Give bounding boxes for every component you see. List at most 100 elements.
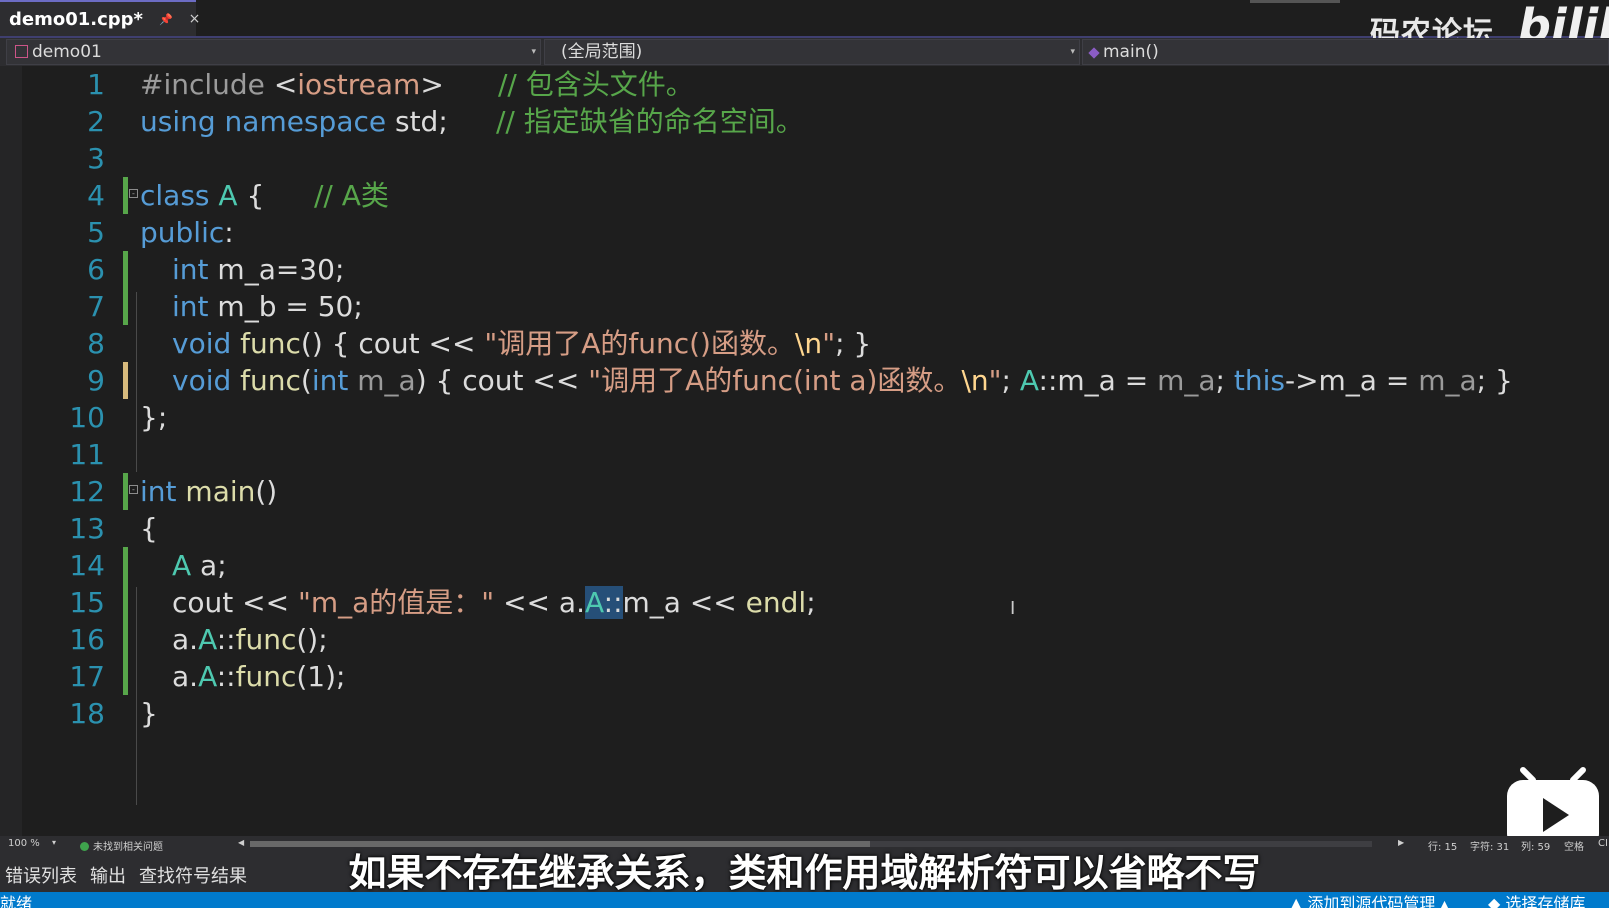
line-number: 11 — [69, 438, 105, 471]
code-text: #include <iostream> — [140, 66, 444, 103]
token: func — [235, 660, 297, 693]
code-line: 15 cout << "m_a的值是：" << a.A::m_a << endl… — [0, 584, 1609, 621]
tab-demo01-cpp[interactable]: demo01.cpp* 📌 × — [0, 0, 200, 36]
token: (); — [296, 623, 328, 656]
pin-icon[interactable]: 📌 — [159, 13, 173, 26]
member-dropdown[interactable]: main() — [1082, 39, 1609, 65]
code-line: 11 — [0, 436, 1609, 473]
code-text: a.A::func(1); — [172, 658, 345, 695]
tab-title: demo01.cpp* — [9, 8, 143, 30]
token: A — [172, 549, 192, 582]
code-line: 3 — [0, 140, 1609, 177]
code-line: 16 a.A::func(); — [0, 621, 1609, 658]
code-line: 12 - int main() — [0, 473, 1609, 510]
token: : — [224, 216, 234, 249]
change-marker — [123, 177, 128, 214]
token: endl — [745, 586, 807, 619]
line-number: 10 — [69, 401, 105, 434]
code-text: void func(int m_a) { cout << "调用了A的func(… — [172, 362, 1513, 399]
member-label: main() — [1103, 42, 1159, 62]
status-ready: 就绪 — [0, 894, 33, 908]
token: A — [198, 623, 217, 656]
code-text: public: — [140, 214, 234, 251]
token: " — [988, 364, 1002, 397]
token: ->m_a = — [1284, 364, 1419, 397]
token: \n — [961, 364, 989, 397]
token: "调用了A的func(int a)函数。 — [588, 364, 962, 397]
code-text: }; — [140, 401, 168, 434]
change-marker — [123, 473, 128, 510]
token: a. — [172, 623, 199, 656]
code-text: A a; — [172, 547, 227, 584]
navigation-bar: demo01 ▾ (全局范围) ▾ main() — [0, 38, 1609, 66]
code-comment: // 包含头文件。 — [498, 68, 694, 101]
line-number: 12 — [69, 475, 105, 508]
token: \n — [795, 327, 823, 360]
collapse-icon[interactable]: - — [129, 485, 138, 494]
code-editor[interactable]: 1 #include <iostream> // 包含头文件。 2 using … — [0, 66, 1609, 850]
token: int — [172, 290, 209, 323]
add-to-source-control-button[interactable]: ▲ 添加到源代码管理 ▴ — [1290, 892, 1449, 908]
token: { — [237, 179, 265, 212]
line-number: 9 — [87, 364, 105, 397]
close-icon[interactable]: × — [189, 11, 201, 27]
token: func — [240, 364, 301, 397]
tab-strip: demo01.cpp* 📌 × 码农论坛 bilib — [0, 0, 1609, 52]
scope-dropdown[interactable]: (全局范围) ▾ — [544, 39, 1080, 65]
video-subtitle: 如果不存在继承关系，类和作用域解析符可以省略不写 — [348, 851, 1261, 895]
code-line: 2 using namespace std; // 指定缺省的命名空间。 — [0, 103, 1609, 140]
code-comment: // 指定缺省的命名空间。 — [496, 105, 804, 138]
line-number: 17 — [69, 660, 105, 693]
token: ) { cout << — [415, 364, 589, 397]
line-number: 18 — [69, 697, 105, 730]
code-text: a.A::func(); — [172, 621, 328, 658]
selected-token: :: — [603, 586, 623, 619]
token: :: — [216, 660, 236, 693]
project-dropdown[interactable]: demo01 ▾ — [6, 39, 541, 65]
token: A — [198, 660, 217, 693]
token: a; — [191, 549, 227, 582]
token: (1); — [296, 660, 346, 693]
token: ; — [806, 586, 816, 619]
code-line: 4 - class A { // A类 — [0, 177, 1609, 214]
collapse-icon[interactable]: - — [129, 189, 138, 198]
token: ( — [300, 364, 312, 397]
token: main — [176, 475, 256, 508]
token: m_a=30; — [208, 253, 345, 286]
token: << a. — [494, 586, 585, 619]
token: ::m_a = — [1038, 364, 1158, 397]
code-line: 9 void func(int m_a) { cout << "调用了A的fun… — [0, 362, 1609, 399]
code-text: int main() — [140, 473, 277, 510]
code-line: 6 int m_a=30; — [0, 251, 1609, 288]
token: void — [172, 364, 232, 397]
code-text: int m_b = 50; — [172, 288, 363, 325]
code-text: class A { — [140, 177, 264, 214]
token: A — [218, 179, 238, 212]
line-number: 2 — [87, 105, 105, 138]
change-marker — [123, 251, 128, 288]
code-text: using namespace std; — [140, 103, 448, 140]
project-icon — [15, 45, 28, 58]
line-number: 7 — [87, 290, 105, 323]
line-number: 4 — [87, 179, 105, 212]
select-repository-button[interactable]: ◆ 选择存储库 — [1488, 892, 1585, 908]
project-label: demo01 — [32, 42, 102, 62]
line-number: 3 — [87, 142, 105, 175]
token: () — [255, 475, 278, 508]
token: :: — [216, 623, 236, 656]
line-number: 13 — [69, 512, 105, 545]
code-line: 7 int m_b = 50; — [0, 288, 1609, 325]
code-text: int m_a=30; — [172, 251, 344, 288]
code-text: { — [140, 512, 158, 545]
line-number: 15 — [69, 586, 105, 619]
line-number: 6 — [87, 253, 105, 286]
token: < — [273, 68, 298, 101]
change-marker — [123, 621, 128, 658]
code-line: 17 a.A::func(1); — [0, 658, 1609, 695]
code-line: 1 #include <iostream> // 包含头文件。 — [0, 66, 1609, 103]
token: std; — [386, 105, 448, 138]
code-line: 18 } — [0, 695, 1609, 732]
code-line: 8 void func() { cout << "调用了A的func()函数。\… — [0, 325, 1609, 362]
token: using — [140, 105, 216, 138]
code-line: 5 public: — [0, 214, 1609, 251]
